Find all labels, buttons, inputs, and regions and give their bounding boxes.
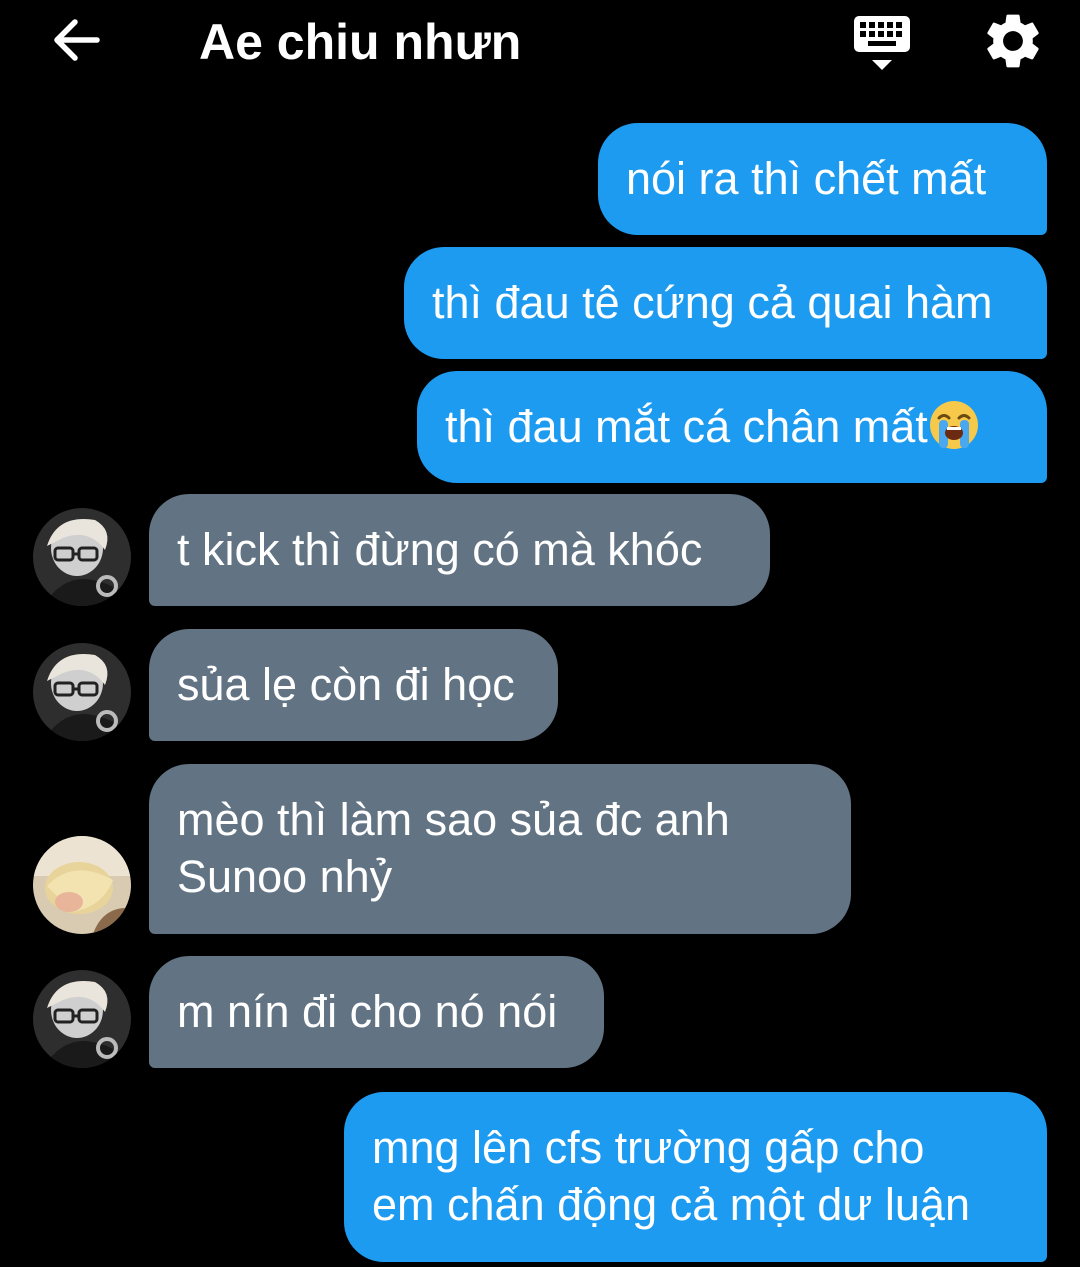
message-text: m nín đi cho nó nói [177, 986, 558, 1037]
incoming-message-bubble[interactable]: mèo thì làm sao sủa đc anh Sunoo nhỷ [149, 764, 851, 934]
gear-icon [987, 14, 1039, 68]
message-text: thì đau mắt cá chân mất [445, 401, 928, 452]
incoming-message-bubble[interactable]: t kick thì đừng có mà khóc [149, 494, 770, 606]
keyboard-toggle-button[interactable] [846, 10, 916, 74]
settings-button[interactable] [980, 8, 1046, 74]
avatar-glasses [33, 970, 131, 1068]
message-text-line: mng lên cfs trường gấp cho [372, 1122, 925, 1173]
avatar-blonde [33, 836, 131, 934]
keyboard-hide-icon [854, 16, 910, 70]
outgoing-message-bubble[interactable]: nói ra thì chết mất [598, 123, 1047, 235]
message-text: sủa lẹ còn đi học [177, 659, 515, 710]
incoming-message-bubble[interactable]: m nín đi cho nó nói [149, 956, 604, 1068]
outgoing-message-bubble[interactable]: mng lên cfs trường gấp cho em chấn động … [344, 1092, 1047, 1262]
avatar-glasses [33, 643, 131, 741]
message-text-line: Sunoo nhỷ [177, 851, 393, 902]
avatar[interactable] [33, 508, 131, 606]
loudly-crying-face-emoji [929, 401, 978, 449]
message-text-line: em chấn động cả một dư luận [372, 1179, 970, 1230]
avatar[interactable] [33, 643, 131, 741]
chat-title: Ae chiu nhưn [199, 14, 522, 70]
message-text: nói ra thì chết mất [626, 153, 987, 204]
message-text: thì đau tê cứng cả quai hàm [432, 277, 993, 328]
back-button[interactable] [44, 12, 108, 68]
outgoing-message-bubble[interactable]: thì đau mắt cá chân mất [417, 371, 1047, 483]
incoming-message-bubble[interactable]: sủa lẹ còn đi học [149, 629, 558, 741]
avatar-glasses [33, 508, 131, 606]
back-arrow-icon [54, 19, 100, 61]
outgoing-message-bubble[interactable]: thì đau tê cứng cả quai hàm [404, 247, 1047, 359]
chat-header: Ae chiu nhưn [0, 0, 1080, 90]
avatar[interactable] [33, 836, 131, 934]
message-text-line: mèo thì làm sao sủa đc anh [177, 794, 730, 845]
avatar[interactable] [33, 970, 131, 1068]
message-text: t kick thì đừng có mà khóc [177, 524, 703, 575]
